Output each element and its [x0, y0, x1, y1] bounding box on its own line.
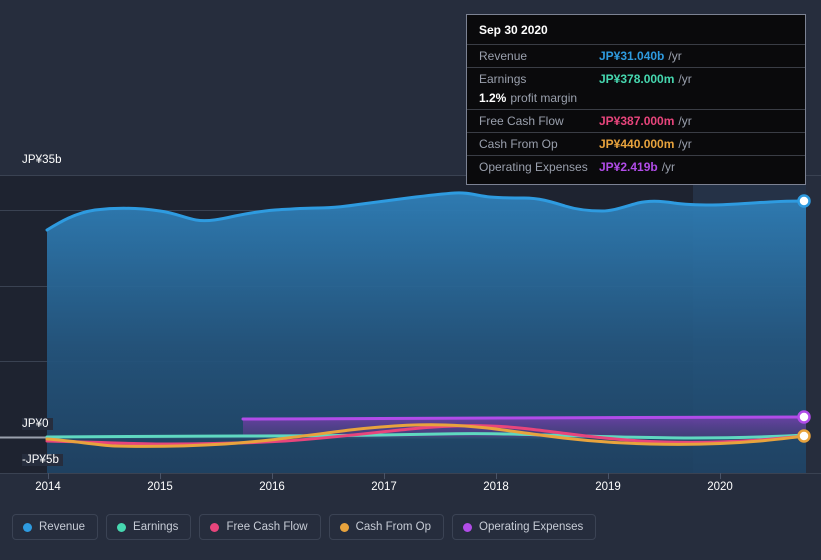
tooltip-value-revenue: JP¥31.040b	[599, 49, 665, 63]
y-axis-label-zero: JP¥0	[22, 418, 53, 430]
stock-financials-chart: JP¥35b JP¥0 -JP¥5b 2014 2015 2016 2017 2…	[0, 0, 821, 560]
tooltip-label-earnings: Earnings	[479, 72, 527, 86]
x-axis-label-2020: 2020	[707, 481, 733, 493]
legend-item-revenue[interactable]: Revenue	[12, 514, 99, 540]
legend-dot-free-cash-flow-icon	[210, 522, 220, 532]
tooltip-row-revenue: Revenue JP¥31.040b /yr	[467, 44, 805, 67]
y-axis-label-bottom: -JP¥5b	[22, 454, 64, 466]
tooltip-value-profit-margin: 1.2%	[479, 91, 507, 105]
chart-tooltip: Sep 30 2020 Revenue JP¥31.040b /yr Earni…	[466, 14, 806, 185]
legend-label-earnings: Earnings	[133, 521, 179, 533]
operating-expenses-endpoint-marker	[797, 410, 811, 424]
tooltip-unit-operating-expenses: /yr	[661, 160, 676, 174]
legend-label-cash-from-op: Cash From Op	[355, 521, 432, 533]
tooltip-label-free-cash-flow: Free Cash Flow	[479, 114, 564, 128]
tooltip-row-free-cash-flow: Free Cash Flow JP¥387.000m /yr	[467, 109, 805, 132]
tooltip-value-operating-expenses: JP¥2.419b	[599, 160, 658, 174]
legend-item-earnings[interactable]: Earnings	[106, 514, 192, 540]
tooltip-label-operating-expenses: Operating Expenses	[479, 160, 588, 174]
legend-item-free-cash-flow[interactable]: Free Cash Flow	[199, 514, 321, 540]
legend-dot-revenue-icon	[23, 522, 32, 532]
legend-item-cash-from-op[interactable]: Cash From Op	[328, 514, 445, 540]
tooltip-row-operating-expenses: Operating Expenses JP¥2.419b /yr	[467, 155, 805, 178]
legend-label-operating-expenses: Operating Expenses	[479, 521, 584, 533]
legend-dot-operating-expenses-icon	[463, 522, 473, 532]
cash-from-op-endpoint-marker	[797, 429, 811, 443]
tooltip-unit-free-cash-flow: /yr	[678, 114, 692, 128]
x-axis-label-2016: 2016	[259, 481, 285, 493]
x-axis-label-2018: 2018	[483, 481, 509, 493]
tooltip-value-earnings: JP¥378.000m	[599, 72, 675, 86]
tooltip-date: Sep 30 2020	[479, 23, 548, 37]
x-axis-label-2015: 2015	[147, 481, 173, 493]
tooltip-unit-revenue: /yr	[668, 49, 682, 63]
x-axis-label-2017: 2017	[371, 481, 397, 493]
tooltip-label-revenue: Revenue	[479, 49, 528, 63]
revenue-endpoint-marker	[797, 194, 811, 208]
tooltip-text-profit-margin: profit margin	[510, 91, 578, 105]
legend-dot-earnings-icon	[117, 522, 127, 532]
tooltip-value-cash-from-op: JP¥440.000m	[599, 137, 675, 151]
tooltip-unit-earnings: /yr	[678, 72, 692, 86]
chart-legend: Revenue Earnings Free Cash Flow Cash Fro…	[12, 514, 597, 540]
tooltip-label-cash-from-op: Cash From Op	[479, 137, 558, 151]
tooltip-row-earnings: Earnings JP¥378.000m /yr	[467, 67, 805, 90]
legend-label-revenue: Revenue	[39, 521, 86, 533]
x-axis-label-2014: 2014	[35, 481, 61, 493]
tooltip-unit-cash-from-op: /yr	[678, 137, 692, 151]
y-axis-label-top: JP¥35b	[22, 154, 66, 166]
tooltip-row-cash-from-op: Cash From Op JP¥440.000m /yr	[467, 132, 805, 155]
legend-dot-cash-from-op-icon	[339, 522, 349, 532]
x-axis-label-2019: 2019	[595, 481, 621, 493]
tooltip-row-profit-margin: 1.2% profit margin	[467, 90, 805, 109]
legend-item-operating-expenses[interactable]: Operating Expenses	[452, 514, 597, 540]
operating-expenses-line	[241, 415, 806, 421]
legend-label-free-cash-flow: Free Cash Flow	[226, 521, 308, 533]
tooltip-value-free-cash-flow: JP¥387.000m	[599, 114, 675, 128]
